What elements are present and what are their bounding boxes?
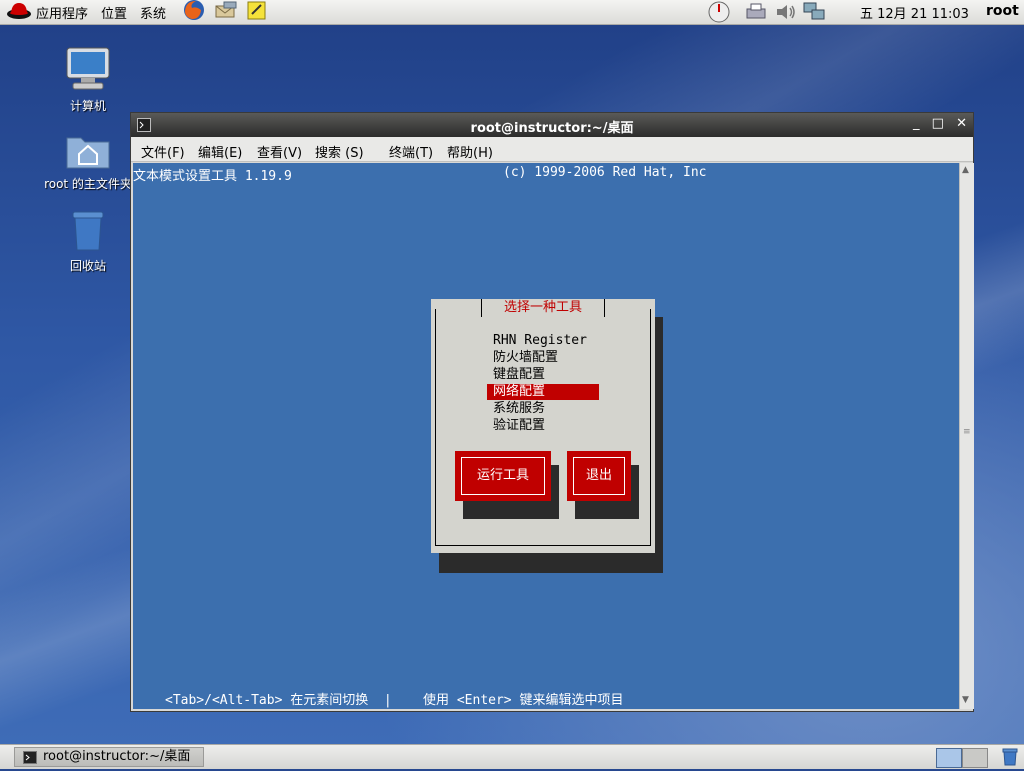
top-panel: 应用程序 位置 系统 五 12月 21 11:03 root [0,0,1024,25]
workspace-2[interactable] [962,748,988,768]
firefox-icon[interactable] [182,0,206,25]
redhat-logo-icon[interactable] [6,0,32,24]
scroll-up-icon[interactable]: ▲ [962,165,969,175]
desktop-icon-home[interactable]: root 的主文件夹 [36,128,140,192]
menu-help[interactable]: 帮助(H) [447,142,493,161]
desktop-icon-label: 计算机 [69,99,106,113]
clock[interactable]: 五 12月 21 11:03 [860,3,969,22]
user-name[interactable]: root [986,3,1019,19]
menu-terminal[interactable]: 终端(T) [389,142,433,161]
taskbar-terminal-button[interactable]: root@instructor:~/桌面 [14,747,204,767]
list-item[interactable]: RHN Register [493,333,587,349]
copyright: (c) 1999-2006 Red Hat, Inc [503,165,707,180]
printer-icon[interactable] [744,2,770,26]
network-icon[interactable] [802,1,828,27]
close-icon[interactable]: ✕ [956,116,967,131]
window-titlebar[interactable]: root@instructor:~/桌面 _ □ ✕ [131,113,973,137]
menu-search[interactable]: 搜索 (S) [315,142,364,161]
menu-edit[interactable]: 编辑(E) [198,142,242,161]
scroll-grip-icon[interactable]: ≡ [963,427,971,437]
menu-view[interactable]: 查看(V) [257,142,302,161]
network-monitor-icon[interactable] [704,0,734,28]
taskbar-terminal-label: root@instructor:~/桌面 [43,749,191,764]
menu-system[interactable]: 系统 [140,3,166,22]
tool-select-dialog: 选择一种工具 RHN Register 防火墙配置 键盘配置 网络配置 系统服务… [431,299,655,553]
terminal-screen[interactable]: 文本模式设置工具 1.19.9 (c) 1999-2006 Red Hat, I… [133,163,959,709]
volume-icon[interactable] [774,2,798,26]
minimize-icon[interactable]: _ [913,116,920,131]
status-line: <Tab>/<Alt-Tab> 在元素间切换 | 使用 <Enter> 键来编辑… [165,693,624,708]
menu-applications[interactable]: 应用程序 [36,3,88,22]
menu-file[interactable]: 文件(F) [141,142,185,161]
app-name: 文本模式设置工具 1.19.9 [133,169,292,184]
notes-icon[interactable] [246,0,268,24]
computer-icon [63,47,113,97]
run-tool-button[interactable]: 运行工具 [455,451,551,501]
dialog-title: 选择一种工具 [481,299,605,317]
desktop-icon-label: root 的主文件夹 [44,177,132,191]
terminal-icon [23,751,37,770]
quit-button[interactable]: 退出 [567,451,631,501]
bottom-panel: root@instructor:~/桌面 [0,744,1024,769]
home-folder-icon [63,137,113,175]
run-tool-label: 运行工具 [461,457,545,495]
terminal-window: root@instructor:~/桌面 _ □ ✕ 文件(F) 编辑(E) 查… [130,112,974,712]
desktop-icon-computer[interactable]: 计算机 [50,44,126,114]
window-title: root@instructor:~/桌面 [470,121,634,136]
list-item-selected[interactable]: 网络配置 [487,384,599,400]
menu-places[interactable]: 位置 [101,3,127,22]
list-item[interactable]: 系统服务 [493,401,545,417]
maximize-icon[interactable]: □ [932,116,944,131]
scroll-down-icon[interactable]: ▼ [962,695,969,705]
desktop-icon-label: 回收站 [69,259,106,273]
window-menubar: 文件(F) 编辑(E) 查看(V) 搜索 (S) 终端(T) 帮助(H) [131,137,973,162]
mail-icon[interactable] [214,0,238,24]
quit-label: 退出 [573,457,625,495]
trash-icon [63,211,113,257]
desktop-icon-trash[interactable]: 回收站 [50,208,126,274]
list-item[interactable]: 验证配置 [493,418,545,434]
terminal-scrollbar[interactable]: ▲ ≡ ▼ [959,163,974,709]
list-item[interactable]: 防火墙配置 [493,350,558,366]
list-item[interactable]: 键盘配置 [493,367,545,383]
trash-icon[interactable] [1000,747,1020,771]
workspace-1[interactable] [936,748,962,768]
